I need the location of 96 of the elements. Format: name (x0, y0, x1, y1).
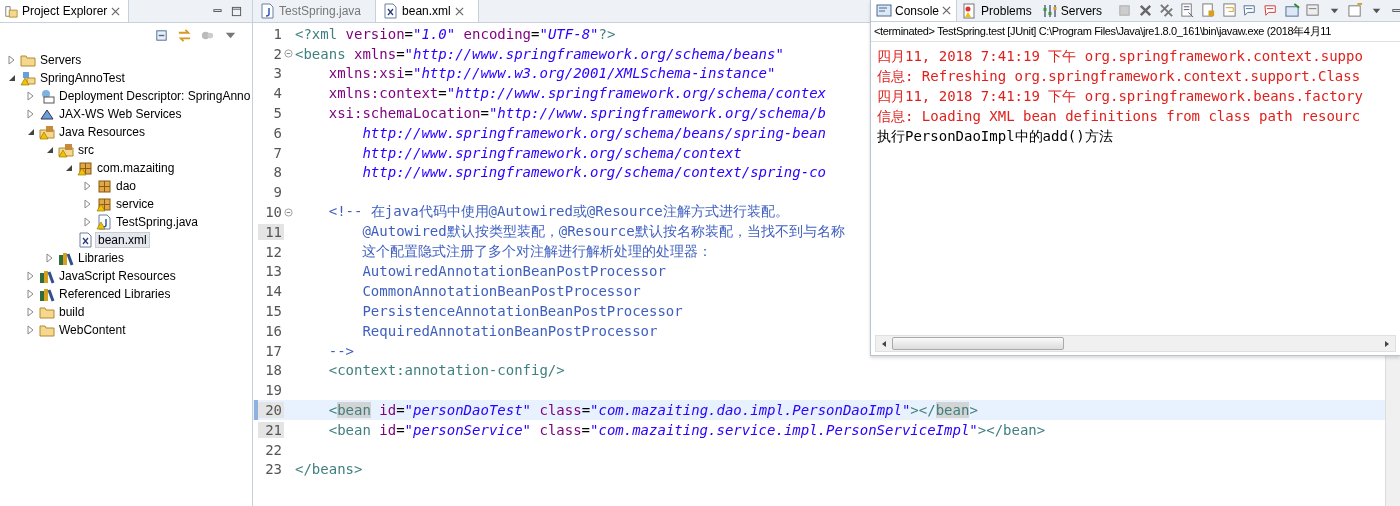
collapse-all-icon[interactable] (154, 27, 169, 43)
editor-tab[interactable]: bean.xml (375, 0, 479, 22)
new-console-icon[interactable] (1348, 3, 1364, 18)
line-number: 4 (272, 85, 283, 102)
line-number: 16 (264, 322, 283, 339)
display-console-icon[interactable] (1306, 3, 1322, 18)
code-line: http://www.springframework.org/schema/context (361, 144, 742, 161)
console-line: 信息: Loading XML bean definitions from class path resourc (877, 108, 1362, 126)
tree-item[interactable]: Servers (38, 53, 84, 67)
code-line: http://www.springframework.org/schema/beans/spring-bean (361, 124, 826, 141)
fold-icon[interactable] (284, 207, 293, 217)
code-line: <bean id="personService" class="com.mazaiting.service.impl.PersonServiceImpl"></bean> (327, 421, 1046, 438)
close-icon[interactable] (111, 6, 121, 16)
tree-item[interactable]: Deployment Descriptor: SpringAnno (57, 89, 253, 103)
console-line: 四月11, 2018 7:41:19 下午 org.springframework.beans.factory (877, 88, 1364, 106)
view-tab[interactable]: Problems (957, 0, 1037, 21)
code-line: RequiredAnnotationBeanPostProcessor (361, 322, 658, 339)
editor-tab[interactable]: TestSpring.java (253, 0, 376, 22)
code-line: http://www.springframework.org/schema/context/spring-co (361, 164, 826, 181)
view-tab[interactable]: Servers (1036, 0, 1108, 21)
tree-item[interactable]: WebContent (57, 323, 128, 337)
tree-item[interactable]: TestSpring.java (114, 215, 201, 229)
tree-item[interactable]: JavaScript Resources (57, 269, 178, 283)
tree-item[interactable]: dao (114, 179, 139, 193)
link-arrows-icon[interactable] (177, 27, 192, 43)
line-number: 10 (264, 204, 283, 221)
explorer-icon (4, 4, 18, 18)
tree-item[interactable]: bean.xml (95, 232, 150, 248)
line-number: 13 (264, 263, 283, 280)
scroll-left-icon[interactable] (880, 339, 888, 348)
code-line: <!-- 在java代码中使用@Autowired或@Resource注解方式进行装配。 (327, 203, 789, 222)
clear-console-icon[interactable] (1180, 3, 1196, 18)
code-line: <beans xmlns="http://www.springframework.org/schema/beans" (295, 45, 784, 62)
line-number: 11 (258, 223, 284, 240)
code-line: </beans> (295, 461, 363, 478)
view-tab[interactable]: Console (871, 0, 958, 21)
line-number: 21 (258, 421, 284, 438)
line-number: 20 (258, 402, 284, 419)
java-file-icon (259, 3, 275, 19)
code-line: CommonAnnotationBeanPostProcessor (361, 283, 641, 300)
code-line: <bean id="personDaoTest" class="com.mazaiting.dao.impl.PersonDaoImpl"></bean> (327, 402, 978, 419)
code-line: PersistenceAnnotationBeanPostProcessor (361, 303, 683, 320)
console-icon (876, 2, 892, 19)
line-number: 12 (264, 243, 283, 260)
code-line: <context:annotation-config/> (327, 362, 565, 379)
code-line: xmlns:xsi="http://www.w3.org/2001/XMLSchema-instance" (327, 65, 776, 82)
line-number: 2 (272, 45, 283, 62)
close-icon[interactable] (942, 6, 952, 15)
fold-icon[interactable] (284, 49, 293, 59)
xml-file-icon (382, 3, 399, 19)
tree-item[interactable]: Libraries (76, 251, 127, 265)
tree-item[interactable]: Referenced Libraries (57, 287, 173, 301)
scroll-right-icon[interactable] (1383, 339, 1391, 348)
close-icon[interactable] (454, 6, 464, 16)
line-number: 15 (264, 303, 283, 320)
line-number: 3 (272, 65, 283, 82)
pin-console-icon[interactable] (1285, 3, 1301, 18)
console-header: <terminated> TestSpring.test [JUnit] C:\Program Files\Java\jre1.8.0_161\bin\javaw.exe (2018年4月11 (871, 22, 1400, 42)
tree-item[interactable]: SpringAnnoTest (38, 71, 127, 85)
remove-all-icon[interactable] (1159, 3, 1175, 18)
scroll-lock-icon[interactable] (1201, 3, 1217, 18)
console-line: 执行PersonDaoImpl中的add()方法 (877, 128, 1114, 146)
line-number: 19 (264, 382, 283, 399)
console-line: 四月11, 2018 7:41:19 下午 org.springframework.context.suppo (877, 48, 1364, 66)
line-number: 1 (272, 25, 283, 42)
horizontal-scrollbar[interactable] (875, 335, 1396, 352)
tree-item[interactable]: src (76, 143, 96, 157)
line-number: 7 (272, 144, 283, 161)
line-number: 22 (264, 441, 283, 458)
line-number: 6 (272, 124, 283, 141)
remove-icon[interactable] (1138, 3, 1154, 18)
vertical-scrollbar[interactable] (1385, 356, 1400, 506)
word-wrap-icon[interactable] (1222, 3, 1238, 18)
console-line: 信息: Refreshing org.springframework.context.support.Class (877, 68, 1362, 86)
code-line: xmlns:context="http://www.springframework.org/schema/contex (327, 85, 827, 102)
tree-item[interactable]: build (57, 305, 87, 319)
line-number: 8 (272, 164, 283, 181)
tree-item[interactable]: com.mazaiting (95, 161, 177, 175)
maximize-icon[interactable] (231, 5, 242, 17)
line-number: 5 (272, 105, 283, 122)
code-line: --> (327, 342, 354, 359)
tree-item[interactable]: JAX-WS Web Services (57, 107, 184, 121)
line-number: 17 (264, 342, 283, 359)
project-explorer-tab[interactable]: Project Explorer (0, 0, 130, 22)
tree-item[interactable]: Java Resources (57, 125, 148, 139)
line-number: 18 (264, 362, 283, 379)
tree-item[interactable]: service (114, 197, 156, 211)
code-line: @Autowired默认按类型装配，@Resource默认按名称装配，当找不到与名称 (361, 222, 845, 241)
code-line: AutowiredAnnotationBeanPostProcessor (361, 263, 666, 280)
code-line: <?xml version="1.0" encoding="UTF-8"?> (295, 25, 616, 42)
line-number: 14 (264, 283, 283, 300)
code-line: 这个配置隐式注册了多个对注解进行解析处理的处理器： (361, 242, 713, 261)
line-number: 23 (264, 461, 283, 478)
line-number: 9 (272, 184, 283, 201)
code-line: xsi:schemaLocation="http://www.springframework.org/schema/b (327, 105, 827, 122)
servers-icon (1041, 2, 1058, 19)
